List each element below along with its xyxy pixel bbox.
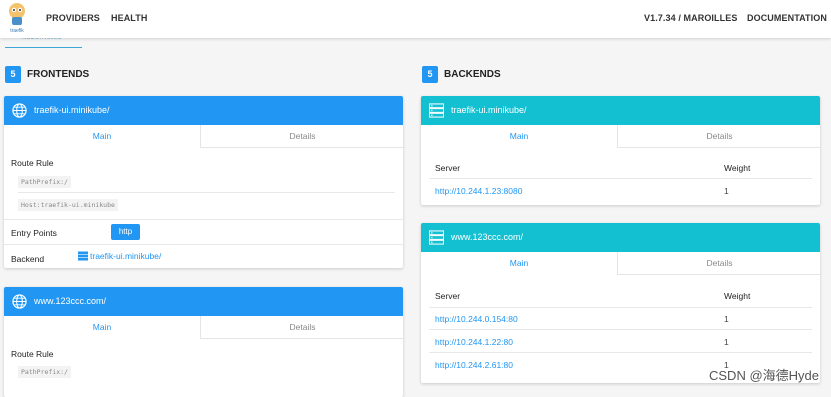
server-icon [429,103,444,118]
top-navbar: traefik PROVIDERS HEALTH V1.7.34 / MAROI… [0,0,831,38]
server-weight: 1 [724,186,729,196]
entry-points-label: Entry Points [11,228,57,238]
weight-column-header: Weight [724,163,751,173]
backend-link[interactable]: traefik-ui.minikube/ [90,251,161,261]
route-rule-label: Route Rule [11,158,54,168]
server-link[interactable]: http://10.244.1.23:8080 [435,186,522,196]
server-icon [429,230,444,245]
frontend-name: www.123ccc.com/ [34,296,107,306]
route-rule-value: PathPrefix:/ [18,176,71,188]
server-link[interactable]: http://10.244.1.22:80 [435,337,513,347]
nav-version-link[interactable]: V1.7.34 / MAROILLES [644,13,737,23]
divider [18,192,395,193]
backends-count-badge: 5 [422,66,438,83]
server-icon [78,251,88,261]
divider [4,244,403,245]
nav-health-link[interactable]: HEALTH [111,13,147,23]
tab-main[interactable]: Main [421,125,617,148]
backends-title: BACKENDS [444,69,501,80]
divider [4,219,403,220]
entry-point-badge[interactable]: http [111,224,140,240]
server-link[interactable]: http://10.244.2.61:80 [435,360,513,370]
tab-details[interactable]: Details [200,125,403,147]
frontend-name: traefik-ui.minikube/ [34,105,110,115]
backend-card: traefik-ui.minikube/ Main Details Server… [421,96,820,205]
route-rule-label: Route Rule [11,349,54,359]
frontends-title: FRONTENDS [27,69,90,80]
csdn-watermark: CSDN @海德Hyde [709,368,819,383]
frontend-card: www.123ccc.com/ Main Details Route Rule … [4,287,403,397]
tab-main[interactable]: Main [421,252,617,275]
backend-card-header[interactable]: www.123ccc.com/ [421,223,820,252]
divider [429,178,812,179]
server-weight: 1 [724,337,729,347]
divider [429,329,812,330]
server-weight: 1 [724,314,729,324]
frontends-header: 5 FRONTENDS [5,66,155,84]
backend-card: www.123ccc.com/ Main Details Server Weig… [421,223,820,383]
server-column-header: Server [435,163,461,173]
tab-details[interactable]: Details [617,125,820,147]
frontend-card-header[interactable]: www.123ccc.com/ [4,287,403,316]
frontend-card: traefik-ui.minikube/ Main Details Route … [4,96,403,268]
tab-details[interactable]: Details [200,316,403,338]
frontend-card-header[interactable]: traefik-ui.minikube/ [4,96,403,125]
globe-icon [12,294,27,309]
server-link[interactable]: http://10.244.0.154:80 [435,314,518,324]
backends-header: 5 BACKENDS [422,66,572,84]
weight-column-header: Weight [724,291,751,301]
nav-documentation-link[interactable]: DOCUMENTATION [747,13,827,23]
tab-main[interactable]: Main [4,125,200,148]
svg-text:traefik: traefik [10,28,24,34]
backend-name: www.123ccc.com/ [451,232,524,242]
divider [429,352,812,353]
backend-tabs: Main Details [421,252,820,275]
server-column-header: Server [435,291,461,301]
frontend-tabs: Main Details [4,316,403,339]
backend-tabs: Main Details [421,125,820,148]
backend-card-header[interactable]: traefik-ui.minikube/ [421,96,820,125]
traefik-logo-icon[interactable]: traefik [6,2,28,34]
nav-providers-link[interactable]: PROVIDERS [46,13,100,23]
backend-label: Backend [11,254,45,264]
globe-icon [12,103,27,118]
tab-details[interactable]: Details [617,252,820,274]
tab-main[interactable]: Main [4,316,200,339]
backend-name: traefik-ui.minikube/ [451,105,527,115]
divider [429,307,812,308]
frontend-tabs: Main Details [4,125,403,148]
route-rule-value: PathPrefix:/ [18,366,71,378]
frontends-count-badge: 5 [5,66,21,83]
route-rule-value: Host:traefik-ui.minikube [18,199,118,211]
